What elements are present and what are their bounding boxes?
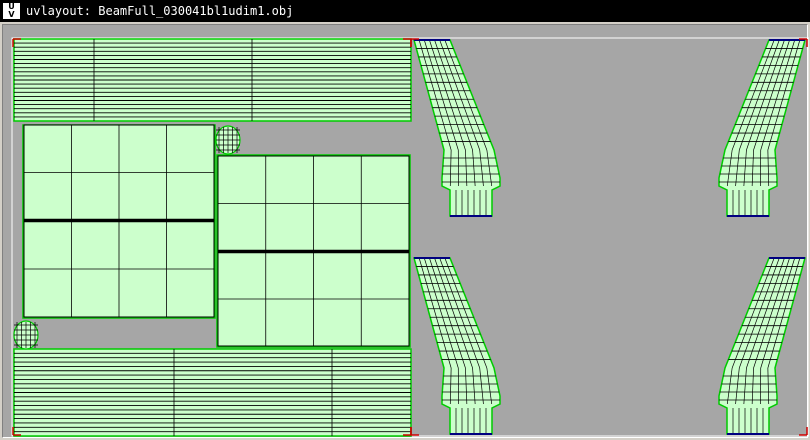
uv-shell-bottom-strip — [13, 348, 412, 437]
title-bar[interactable]: UV uvlayout: BeamFull_030041bl1udim1.obj — [0, 0, 810, 22]
uv-shell-left-lower — [23, 219, 215, 318]
window-title: uvlayout: BeamFull_030041bl1udim1.obj — [26, 4, 294, 18]
uv-shell-left-upper — [23, 124, 215, 222]
uv-shell-leg-bottom-left — [413, 257, 501, 435]
uv-shell-cap-2 — [13, 320, 39, 350]
uv-shell-leg-bottom-right — [718, 257, 806, 435]
uv-shell-right-upper — [217, 155, 410, 253]
corner-marker — [799, 427, 808, 436]
corner-marker — [410, 427, 419, 436]
uv-viewport[interactable] — [2, 24, 809, 439]
uv-shell-leg-top-right — [718, 39, 806, 217]
uv-canvas[interactable] — [3, 25, 809, 439]
uv-shell-cap-1 — [215, 125, 241, 155]
uv-shell-top-strip — [13, 38, 412, 122]
uv-shell-right-lower — [217, 250, 410, 347]
uvlayout-window: UV uvlayout: BeamFull_030041bl1udim1.obj — [0, 0, 810, 440]
uv-shells — [13, 38, 806, 437]
uv-app-icon[interactable]: UV — [3, 3, 20, 19]
uv-shell-leg-top-left — [413, 39, 501, 217]
